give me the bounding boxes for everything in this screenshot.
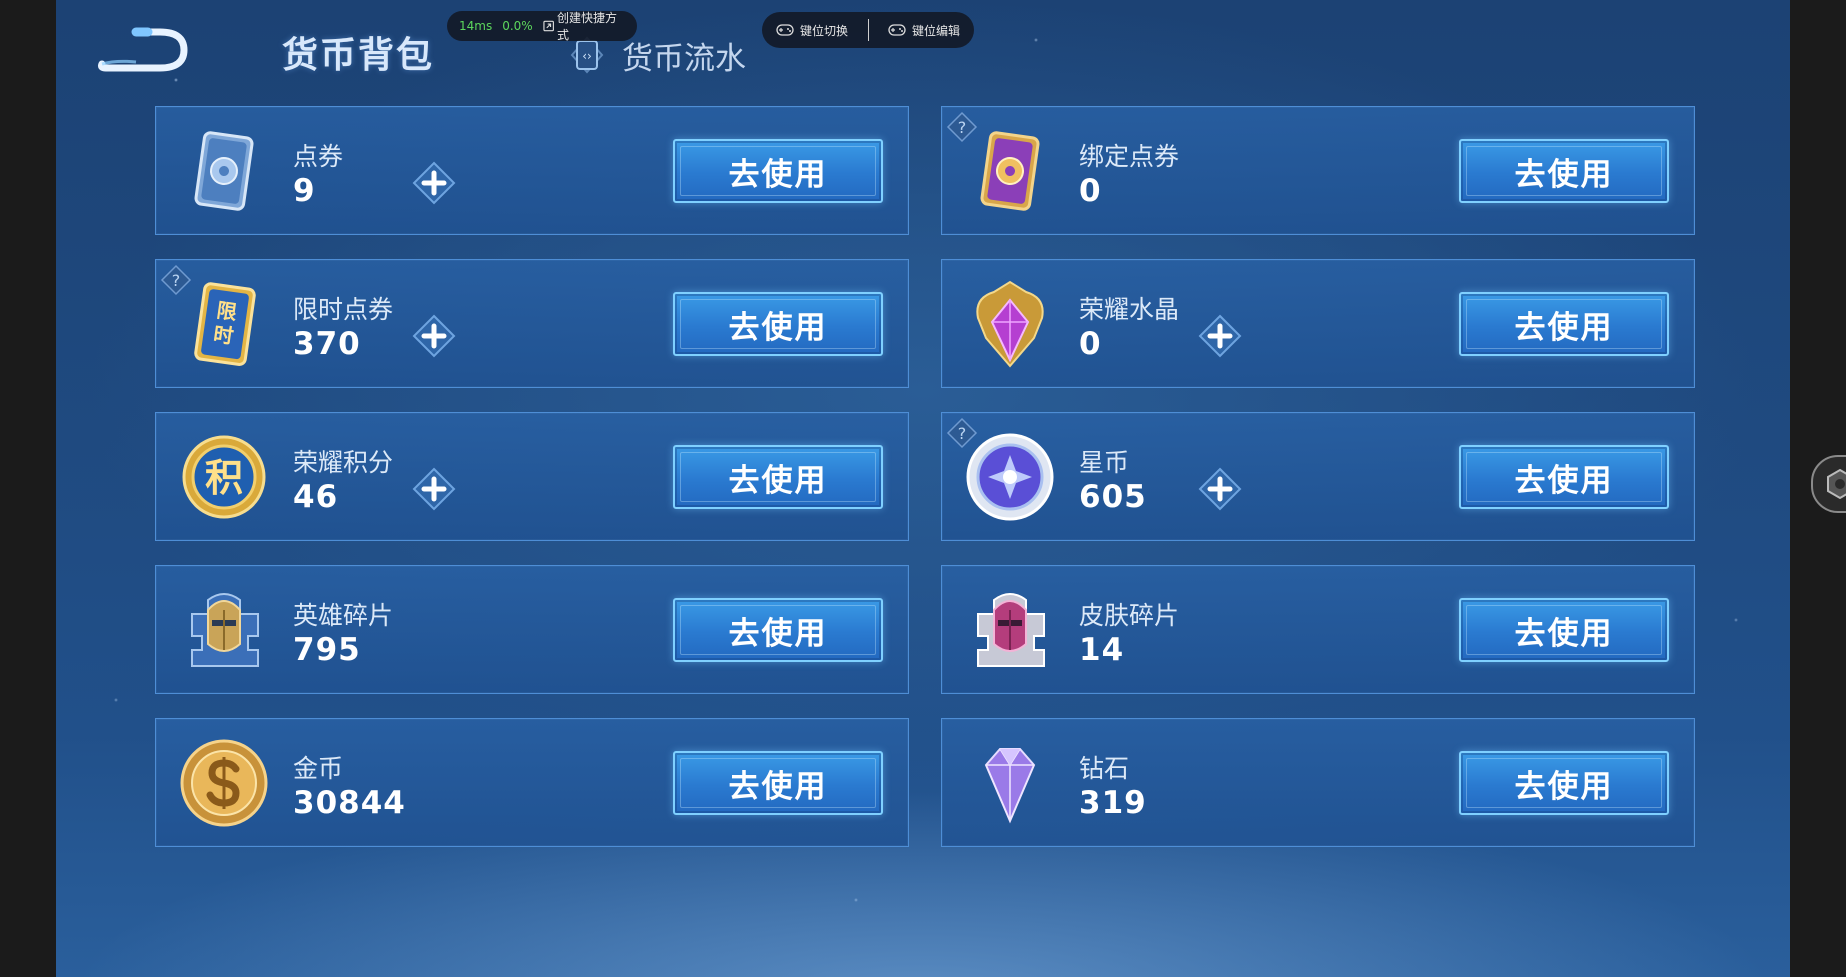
back-button[interactable] — [96, 24, 192, 76]
currency-card: 限时? 限时点券 370 去使用 — [155, 259, 909, 388]
use-button-label: 去使用 — [728, 615, 828, 652]
svg-text:?: ? — [172, 271, 181, 290]
use-button-label: 去使用 — [1514, 768, 1614, 805]
currency-amount: 0 — [1079, 173, 1102, 209]
use-button-label: 去使用 — [1514, 462, 1614, 499]
use-button-label: 去使用 — [1514, 156, 1614, 193]
use-button-label: 去使用 — [1514, 309, 1614, 346]
currency-name: 皮肤碎片 — [1079, 601, 1180, 630]
currency-name: 限时点券 — [293, 295, 394, 324]
svg-text:?: ? — [958, 118, 967, 137]
use-button[interactable]: 去使用 — [1459, 292, 1669, 356]
currency-amount: 30844 — [293, 785, 406, 821]
currency-card: 积 荣耀积分 46 去使用 — [155, 412, 909, 541]
currency-card: 皮肤碎片 14 去使用 — [941, 565, 1695, 694]
help-icon[interactable]: ? — [946, 417, 978, 449]
gamepad-icon — [776, 24, 794, 36]
create-shortcut-link[interactable]: 创建快捷方式 — [557, 9, 625, 43]
latency-readout: 14ms — [459, 19, 493, 33]
ticket-blue-icon — [178, 125, 270, 217]
currency-amount: 795 — [293, 632, 361, 668]
use-button[interactable]: 去使用 — [1459, 445, 1669, 509]
keymap-toolbar: 键位切换 键位编辑 — [762, 12, 974, 48]
currency-card: 英雄碎片 795 去使用 — [155, 565, 909, 694]
packet-loss-readout: 0.0% — [502, 19, 533, 33]
add-currency-button[interactable] — [412, 314, 456, 358]
key-edit-label: 键位编辑 — [911, 23, 960, 38]
use-button[interactable]: 去使用 — [1459, 598, 1669, 662]
use-button-label: 去使用 — [728, 309, 828, 346]
plus-icon — [1198, 467, 1242, 511]
currency-card: ? 绑定点券 0 去使用 — [941, 106, 1695, 235]
currency-name: 荣耀水晶 — [1079, 295, 1180, 324]
diamond-icon — [964, 737, 1056, 829]
add-currency-button[interactable] — [412, 161, 456, 205]
use-button[interactable]: 去使用 — [673, 139, 883, 203]
tab-currency-flow-label: 货币流水 — [622, 40, 746, 77]
game-screen: 货币背包 ‹› 货币流水 点券 9 去使用? 绑定点券 0 去使用限时? 限时点券 370 去使… — [56, 0, 1790, 977]
currency-name: 钻石 — [1079, 754, 1130, 783]
add-currency-button[interactable] — [412, 467, 456, 511]
svg-text:限: 限 — [215, 298, 238, 325]
hexagon-icon — [1827, 468, 1846, 500]
currency-amount: 9 — [293, 173, 316, 209]
use-button[interactable]: 去使用 — [1459, 139, 1669, 203]
currency-amount: 370 — [293, 326, 361, 362]
help-icon[interactable]: ? — [160, 264, 192, 296]
plus-icon — [412, 467, 456, 511]
currency-amount: 319 — [1079, 785, 1147, 821]
use-button[interactable]: 去使用 — [673, 598, 883, 662]
currency-card: ? 星币 605 去使用 — [941, 412, 1695, 541]
page-title: 货币背包 — [282, 35, 435, 76]
hero-fragment-icon — [178, 584, 270, 676]
currency-amount: 0 — [1079, 326, 1102, 362]
glory-points-icon: 积 — [178, 431, 270, 523]
use-button[interactable]: 去使用 — [673, 445, 883, 509]
key-edit-button[interactable]: 键位编辑 — [888, 22, 960, 39]
glory-crystal-icon — [964, 278, 1056, 370]
skin-fragment-icon — [964, 584, 1056, 676]
use-button-label: 去使用 — [728, 462, 828, 499]
plus-icon — [1198, 314, 1242, 358]
plus-icon — [412, 161, 456, 205]
add-currency-button[interactable] — [1198, 314, 1242, 358]
add-currency-button[interactable] — [1198, 467, 1242, 511]
svg-text:积: 积 — [205, 456, 243, 500]
currency-card: 点券 9 去使用 — [155, 106, 909, 235]
gamepad-icon — [888, 24, 906, 36]
use-button[interactable]: 去使用 — [673, 292, 883, 356]
gold-coin-icon — [178, 737, 270, 829]
currency-amount: 14 — [1079, 632, 1125, 668]
floating-assist-button[interactable] — [1811, 455, 1846, 513]
key-switch-label: 键位切换 — [800, 23, 849, 38]
help-icon[interactable]: ? — [946, 111, 978, 143]
currency-card: 金币 30844 去使用 — [155, 718, 909, 847]
currency-name: 星币 — [1079, 448, 1130, 477]
svg-text:时: 时 — [212, 322, 235, 349]
use-button[interactable]: 去使用 — [1459, 751, 1669, 815]
currency-card: 钻石 319 去使用 — [941, 718, 1695, 847]
use-button[interactable]: 去使用 — [673, 751, 883, 815]
svg-text:?: ? — [958, 424, 967, 443]
toolbar-divider — [867, 19, 869, 41]
shortcut-icon — [543, 20, 554, 32]
plus-icon — [412, 314, 456, 358]
currency-amount: 605 — [1079, 479, 1147, 515]
currency-name: 金币 — [293, 754, 344, 783]
key-switch-button[interactable]: 键位切换 — [776, 22, 848, 39]
currency-name: 点券 — [293, 142, 344, 171]
currency-card: 荣耀水晶 0 去使用 — [941, 259, 1695, 388]
currency-amount: 46 — [293, 479, 339, 515]
svg-text:‹›: ‹› — [582, 49, 592, 63]
currency-name: 荣耀积分 — [293, 448, 394, 477]
use-button-label: 去使用 — [728, 768, 828, 805]
use-button-label: 去使用 — [728, 156, 828, 193]
use-button-label: 去使用 — [1514, 615, 1614, 652]
currency-name: 绑定点券 — [1079, 142, 1180, 171]
currency-name: 英雄碎片 — [293, 601, 394, 630]
performance-overlay: 14ms 0.0% 创建快捷方式 — [447, 9, 637, 43]
